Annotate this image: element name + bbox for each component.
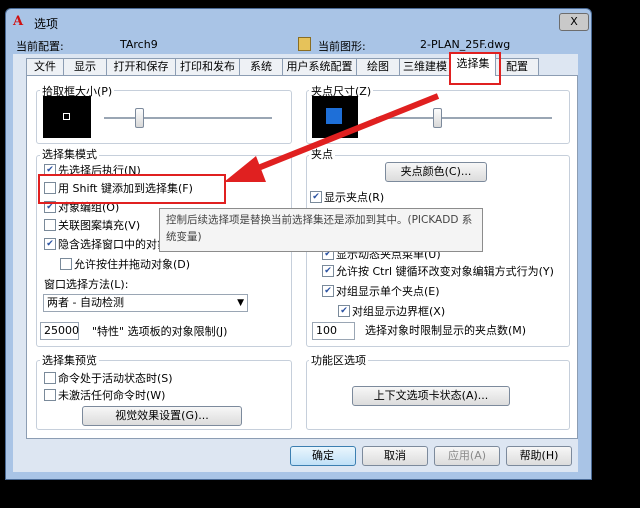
arrow-shaft <box>246 93 440 175</box>
tab-user-preferences[interactable]: 用户系统配置 <box>282 58 357 75</box>
command-active-checkbox[interactable] <box>44 372 56 384</box>
apply-button[interactable]: 应用(A) <box>434 446 500 466</box>
press-drag-label: 允许按住并拖动对象(D) <box>74 258 191 271</box>
pickbox-preview <box>43 96 91 138</box>
ok-button[interactable]: 确定 <box>290 446 356 466</box>
chevron-down-icon: ▼ <box>237 298 244 308</box>
tab-open-save[interactable]: 打开和保存 <box>106 58 176 75</box>
single-grip-groups-label: 对组显示单个夹点(E) <box>336 285 440 298</box>
drawing-label: 当前图形: <box>318 40 366 53</box>
ribbon-options-title: 功能区选项 <box>309 352 368 368</box>
properties-limit-input[interactable]: 25000 <box>40 322 79 340</box>
grip-limit-input[interactable]: 100 <box>312 322 355 340</box>
arrow-head <box>224 156 266 182</box>
tab-system[interactable]: 系统 <box>239 58 283 75</box>
no-command-label: 未激活任何命令时(W) <box>58 389 166 402</box>
autocad-logo-icon: A <box>13 14 24 29</box>
cancel-button[interactable]: 取消 <box>362 446 428 466</box>
title-bar[interactable]: A 选项 X <box>6 9 591 35</box>
profile-value: TArch9 <box>120 38 158 51</box>
selection-preview-title: 选择集预览 <box>40 352 99 368</box>
bounding-box-groups-checkbox[interactable]: ✔ <box>338 305 350 317</box>
implied-windowing-label: 隐含选择窗口中的对象 <box>58 238 168 251</box>
window-method-select[interactable]: 两者 - 自动检测 ▼ <box>43 294 248 312</box>
selection-modes-title: 选择集模式 <box>40 146 99 162</box>
pickadd-tooltip: 控制后续选择项是替换当前选择集还是添加到其中。(PICKADD 系统变量) <box>159 208 483 252</box>
help-button[interactable]: 帮助(H) <box>506 446 572 466</box>
pickbox-slider-thumb[interactable] <box>135 108 144 128</box>
tab-3d-modeling[interactable]: 三维建模 <box>399 58 451 75</box>
close-button[interactable]: X <box>559 13 589 31</box>
window-method-label: 窗口选择方法(L): <box>44 278 129 291</box>
drawing-value: 2-PLAN_25F.dwg <box>420 38 511 51</box>
tab-plot-publish[interactable]: 打印和发布 <box>175 58 240 75</box>
red-arrow-icon <box>224 93 440 182</box>
press-drag-checkbox[interactable] <box>60 258 72 270</box>
no-command-checkbox[interactable] <box>44 389 56 401</box>
window-title: 选项 <box>34 17 59 31</box>
show-grips-checkbox[interactable]: ✔ <box>310 191 322 203</box>
tab-drafting[interactable]: 绘图 <box>356 58 400 75</box>
pickbox-square-icon <box>63 113 70 120</box>
profile-label: 当前配置: <box>16 40 64 53</box>
associative-hatch-checkbox[interactable] <box>44 219 56 231</box>
tab-display[interactable]: 显示 <box>63 58 107 75</box>
properties-limit-label: "特性" 选项板的对象限制(J) <box>92 325 228 338</box>
window-method-value: 两者 - 自动检测 <box>47 296 124 309</box>
single-grip-groups-checkbox[interactable]: ✔ <box>322 285 334 297</box>
selection-tab-highlight <box>449 52 501 85</box>
tab-files[interactable]: 文件 <box>26 58 64 75</box>
ctrl-cycling-checkbox[interactable]: ✔ <box>322 265 334 277</box>
command-active-label: 命令处于活动状态时(S) <box>58 372 173 385</box>
show-grips-label: 显示夹点(R) <box>324 191 385 204</box>
tab-profiles[interactable]: 配置 <box>495 58 539 75</box>
implied-windowing-checkbox[interactable]: ✔ <box>44 238 56 250</box>
visual-effect-settings-button[interactable]: 视觉效果设置(G)... <box>82 406 242 426</box>
shift-add-highlight <box>38 174 226 204</box>
drawing-file-icon <box>298 37 311 51</box>
contextual-tab-states-button[interactable]: 上下文选项卡状态(A)... <box>352 386 510 406</box>
grip-limit-label: 选择对象时限制显示的夹点数(M) <box>365 324 527 337</box>
bounding-box-groups-label: 对组显示边界框(X) <box>352 305 446 318</box>
ctrl-cycling-label: 允许按 Ctrl 键循环改变对象编辑方式行为(Y) <box>336 265 554 278</box>
associative-hatch-label: 关联图案填充(V) <box>58 219 141 232</box>
